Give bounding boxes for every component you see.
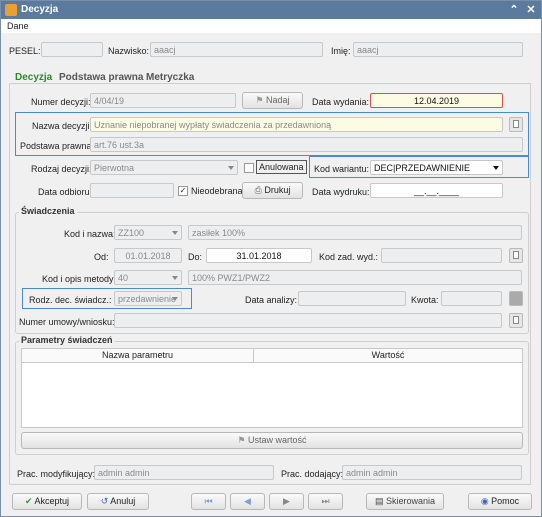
odbior-field[interactable] (90, 183, 174, 198)
data-wydania-label: Data wydania: (312, 97, 370, 107)
analizy-field (298, 291, 406, 306)
nadaj-button[interactable]: ⚑ Nadaj (242, 92, 303, 109)
wydruk-label: Data wydruku: (312, 187, 370, 197)
pesel-field (41, 42, 103, 57)
kwota-field (441, 291, 502, 306)
umowa-field (114, 313, 502, 328)
imie-field: aaacj (353, 42, 523, 57)
kwota-label: Kwota: (411, 295, 439, 305)
akceptuj-button[interactable]: ✔ Akceptuj (12, 493, 82, 510)
drukuj-button[interactable]: ⎙ Drukuj (242, 182, 303, 199)
do-field[interactable]: 31.01.2018 (206, 248, 312, 263)
podstawa-field: art.76 ust.3a (90, 137, 523, 152)
swiadczenia-title: Świadczenia (19, 206, 77, 216)
kwota-calc-icon[interactable] (509, 291, 523, 306)
mod-label: Prac. modyfikujący: (17, 469, 96, 479)
prev-record-icon[interactable]: ◀ (230, 493, 265, 510)
rodzaj-select[interactable]: Pierwotna (90, 160, 238, 175)
decision-window: Decyzja ⌃ ✕ Dane PESEL: Nazwisko: aaacj … (0, 0, 542, 517)
metoda-label: Kod i opis metody: (42, 274, 117, 284)
numer-field: 4/04/19 (90, 93, 236, 108)
nieodebrana-checkbox[interactable]: ✓ (178, 186, 188, 196)
podstawa-label: Podstawa prawna: (20, 141, 95, 151)
analizy-label: Data analizy: (245, 295, 298, 305)
kod-select[interactable]: ZZ100 (114, 225, 182, 240)
mod-field: admin admin (94, 465, 274, 480)
window-title: Decyzja (21, 4, 59, 15)
dod-field: admin admin (342, 465, 522, 480)
anulowana-checkbox[interactable] (244, 163, 254, 173)
data-wydania-field[interactable]: 12.04.2019 (370, 93, 503, 108)
tab-metryczka[interactable]: Metryczka (146, 72, 194, 83)
metoda-select[interactable]: 40 (114, 270, 182, 285)
nazwisko-label: Nazwisko: (108, 46, 150, 56)
menu-bar: Dane (1, 19, 541, 33)
nazwa-doc-icon[interactable] (509, 117, 523, 132)
ustaw-wartosc-button[interactable]: ⚑ Ustaw wartość (21, 432, 523, 449)
first-record-icon[interactable]: ⏮ (191, 493, 226, 510)
pomoc-button[interactable]: ◉ Pomoc (468, 493, 532, 510)
imie-label: Imię: (331, 46, 351, 56)
rodzaj-label: Rodzaj decyzji: (31, 164, 92, 174)
next-record-icon[interactable]: ▶ (269, 493, 304, 510)
app-icon (5, 4, 17, 16)
odbior-label: Data odbioru: (38, 187, 93, 197)
do-label: Do: (188, 252, 203, 262)
umowa-doc-icon[interactable] (509, 313, 523, 328)
wydruk-field[interactable]: __.__.____ (370, 183, 503, 198)
col-nazwa-parametru[interactable]: Nazwa parametru (22, 349, 254, 363)
kod-label: Kod i nazwa: (64, 229, 116, 239)
rodz-label: Rodz. dec. świadcz.: (29, 295, 112, 305)
close-icon[interactable]: ✕ (523, 2, 539, 18)
metoda-opis-field: 100% PWZ1/PWZ2 (188, 270, 522, 285)
kodzad-field (381, 248, 502, 263)
kod-wariantu-label: Kod wariantu: (314, 164, 370, 174)
menu-dane[interactable]: Dane (7, 21, 29, 31)
anuluj-button[interactable]: ↺ Anuluj (87, 493, 149, 510)
nieodebrana-label: Nieodebrana (191, 186, 243, 196)
dod-label: Prac. dodający: (281, 469, 344, 479)
tab-decyzja[interactable]: Decyzja (15, 72, 52, 83)
collapse-icon[interactable]: ⌃ (506, 2, 522, 18)
kod-wariantu-select[interactable]: DEC|PRZEDAWNIENIE (370, 160, 503, 175)
od-label: Od: (94, 252, 109, 262)
kodzad-label: Kod zad. wyd.: (319, 252, 379, 262)
numer-label: Numer decyzji: (31, 97, 91, 107)
umowa-label: Numer umowy/wniosku: (19, 317, 115, 327)
parametry-table[interactable]: Nazwa parametru Wartość (21, 348, 523, 428)
rodz-select[interactable]: przedawnienie (114, 291, 182, 306)
tab-podstawa-prawna[interactable]: Podstawa prawna (59, 72, 143, 83)
last-record-icon[interactable]: ⏭ (308, 493, 343, 510)
parametry-title: Parametry świadczeń (19, 335, 115, 345)
skierowania-button[interactable]: ▤ Skierowania (366, 493, 444, 510)
nazwa-field[interactable]: Uznanie niepobranej wypłaty świadczenia … (90, 117, 503, 132)
nazwisko-field: aaacj (150, 42, 323, 57)
col-wartosc[interactable]: Wartość (254, 349, 522, 363)
od-field: 01.01.2018 (114, 248, 182, 263)
pesel-label: PESEL: (9, 46, 41, 56)
title-bar: Decyzja ⌃ ✕ (1, 1, 541, 19)
kod-nazwa-field: zasiłek 100% (188, 225, 522, 240)
kodzad-doc-icon[interactable] (509, 248, 523, 263)
anulowana-label: Anulowana (256, 160, 307, 174)
nazwa-label: Nazwa decyzji: (32, 121, 93, 131)
